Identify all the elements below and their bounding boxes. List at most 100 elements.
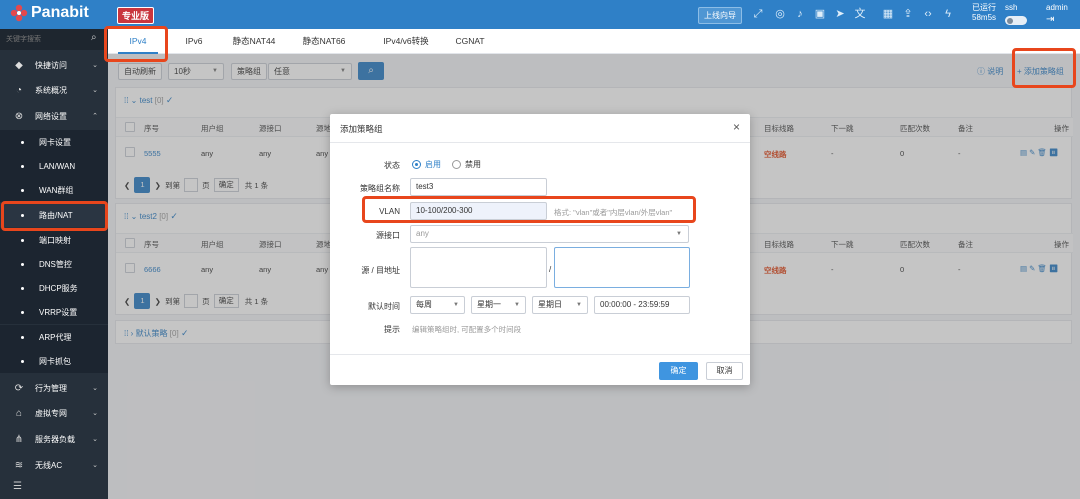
top-bar: Panabit 专业版 上线向导 ⤢ ◎ ♪ ▣ ➤ 文 ▦ ⇪ ‹› ϟ 已运… <box>0 0 1080 29</box>
default-time-label: 默认时间 <box>368 302 400 311</box>
src-address-textarea[interactable] <box>410 247 547 288</box>
diamond-icon: ◆ <box>15 59 23 71</box>
sidebar-search-input[interactable] <box>6 33 90 46</box>
tab-static-nat66[interactable]: 静态NAT66 <box>296 29 352 54</box>
src-interface-value: any <box>416 229 429 238</box>
book-icon[interactable]: ▣ <box>814 8 826 20</box>
tab-static-nat44[interactable]: 静态NAT44 <box>226 29 282 54</box>
bullet-icon <box>21 335 24 339</box>
sidebar-subitem[interactable]: WAN群组 <box>0 178 108 202</box>
highlight-box-route-nat <box>1 201 108 231</box>
sidebar-item-system-overview[interactable]: ◔ 系统概况 ⌄ <box>0 78 108 102</box>
time-from-day-select[interactable]: 星期一 ▼ <box>471 296 526 314</box>
bullet-icon <box>21 262 24 266</box>
sidebar-subitem-label: 网卡设置 <box>39 137 71 147</box>
sidebar-item-behavior[interactable]: ⟳ 行为管理 ⌄ <box>0 376 108 400</box>
vpn-icon: ⌂ <box>15 407 23 419</box>
address-label: 源 / 目地址 <box>361 266 400 275</box>
bullet-icon <box>21 188 24 192</box>
time-to-day-value: 星期日 <box>538 300 562 309</box>
sidebar-item-label: 行为管理 <box>35 383 67 393</box>
tab-ipv6[interactable]: IPv6 <box>174 29 214 54</box>
bullet-icon <box>21 359 24 363</box>
confirm-button[interactable]: 确定 <box>659 362 698 380</box>
sidebar-item-label: 快捷访问 <box>35 60 67 70</box>
sidebar-item-vpn[interactable]: ⌂ 虚拟专网 ⌄ <box>0 401 108 425</box>
bullet-icon <box>21 238 24 242</box>
tip-text: 编辑策略组时, 可配置多个时间段 <box>412 325 522 334</box>
tab-cgnat[interactable]: CGNAT <box>450 29 490 54</box>
bell-icon[interactable]: ♪ <box>794 8 806 20</box>
chevron-down-icon: ▼ <box>576 302 582 308</box>
status-enable-radio[interactable] <box>412 160 421 169</box>
dst-address-textarea[interactable] <box>554 247 690 288</box>
highlight-box-vlan <box>362 196 696 223</box>
fullscreen-icon[interactable]: ⤢ <box>752 8 764 20</box>
sidebar-item-server-lb[interactable]: ⋔ 服务器负载 ⌄ <box>0 427 108 451</box>
sidebar-subitem[interactable]: DNS管控 <box>0 252 108 276</box>
sidebar-item-quick-access[interactable]: ◆ 快捷访问 ⌄ <box>0 53 108 77</box>
user-name[interactable]: admin <box>1046 3 1068 12</box>
bolt-icon[interactable]: ϟ <box>942 8 954 20</box>
group-name-input[interactable]: test3 <box>410 178 547 196</box>
tip-label: 提示 <box>384 325 400 334</box>
sidebar-subitem-label: DNS管控 <box>39 259 72 269</box>
src-interface-select[interactable]: any ▼ <box>410 225 689 243</box>
status-disable-label: 禁用 <box>465 160 481 169</box>
sidebar: ⌕ ◆ 快捷访问 ⌄ ◔ 系统概况 ⌄ ⊗ 网络设置 ⌃ 网卡设置 LAN/WA… <box>0 29 108 499</box>
eye-icon[interactable]: ◎ <box>774 8 786 20</box>
search-icon[interactable]: ⌕ <box>91 32 97 43</box>
chevron-down-icon: ⌄ <box>92 62 98 69</box>
logout-icon[interactable]: ⇥ <box>1046 14 1054 25</box>
edition-badge: 专业版 <box>117 7 155 24</box>
time-to-day-select[interactable]: 星期日 ▼ <box>532 296 588 314</box>
chevron-down-icon: ⌄ <box>92 462 98 469</box>
sidebar-subitem[interactable]: DHCP服务 <box>0 276 108 300</box>
sidebar-subitem-label: DHCP服务 <box>39 283 78 293</box>
sidebar-subitem-label: LAN/WAN <box>39 161 76 171</box>
close-icon[interactable]: × <box>733 120 740 134</box>
src-interface-label: 源接口 <box>376 231 400 240</box>
network-icon: ⊗ <box>14 110 24 122</box>
divider <box>330 142 750 143</box>
collapse-menu-icon[interactable]: ☰ <box>13 481 22 492</box>
chevron-down-icon: ▼ <box>453 302 459 308</box>
add-policy-group-dialog: 添加策略组 × 状态 启用 禁用 策略组名称 test3 VLAN 10-100… <box>330 114 750 385</box>
send-icon[interactable]: ➤ <box>834 8 846 20</box>
server-icon: ⋔ <box>14 433 24 445</box>
sidebar-item-network-settings[interactable]: ⊗ 网络设置 ⌃ <box>0 104 108 128</box>
chevron-down-icon: ⌄ <box>92 436 98 443</box>
ssh-label: ssh <box>1005 3 1018 12</box>
chevron-up-icon: ⌃ <box>92 113 98 120</box>
time-period-value: 每周 <box>416 300 432 309</box>
translate-icon[interactable]: 文 <box>854 8 866 20</box>
sidebar-subitem-label: ARP代理 <box>39 332 72 342</box>
group-name-label: 策略组名称 <box>360 184 400 193</box>
tab-ipv4-v6-convert[interactable]: IPv4/v6转换 <box>376 29 436 54</box>
sidebar-subitem[interactable]: VRRP设置 <box>0 300 108 324</box>
logo: Panabit <box>10 4 89 22</box>
sidebar-subitem[interactable]: 网卡设置 <box>0 130 108 154</box>
code-icon[interactable]: ‹› <box>922 8 934 20</box>
status-disable-radio[interactable] <box>452 160 461 169</box>
address-separator: / <box>549 265 552 274</box>
sidebar-subitem[interactable]: 网卡抓包 <box>0 349 108 373</box>
time-range-input[interactable]: 00:00:00 - 23:59:59 <box>594 296 690 314</box>
time-period-select[interactable]: 每周 ▼ <box>410 296 465 314</box>
sidebar-subitem-label: VRRP设置 <box>39 307 78 317</box>
sidebar-subitem[interactable]: LAN/WAN <box>0 154 108 178</box>
panabit-logo-icon <box>10 4 28 22</box>
sidebar-item-label: 无线AC <box>35 460 63 470</box>
sidebar-subitem[interactable]: 端口映射 <box>0 228 108 252</box>
sidebar-item-wireless-ac[interactable]: ≋ 无线AC ⌄ <box>0 453 108 477</box>
ssh-toggle[interactable] <box>1005 16 1027 25</box>
dialog-title: 添加策略组 <box>340 124 383 134</box>
cancel-button[interactable]: 取消 <box>706 362 743 380</box>
upload-icon[interactable]: ⇪ <box>902 8 914 20</box>
chevron-down-icon: ▼ <box>676 231 682 237</box>
sidebar-subitem[interactable]: ARP代理 <box>0 325 108 349</box>
sidebar-item-label: 网络设置 <box>35 111 67 121</box>
status-label: 状态 <box>384 161 400 170</box>
grid-icon[interactable]: ▦ <box>882 8 894 20</box>
setup-guide-button[interactable]: 上线向导 <box>698 7 742 24</box>
